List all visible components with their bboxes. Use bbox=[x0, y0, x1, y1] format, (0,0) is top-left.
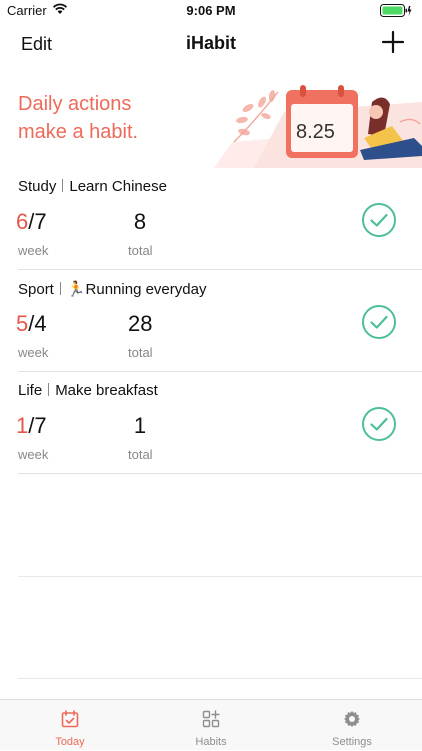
tab-label: Habits bbox=[195, 736, 227, 748]
week-done-count: 1 bbox=[16, 413, 29, 438]
banner-slogan: Daily actions make a habit. bbox=[18, 90, 138, 146]
habit-name: Learn Chinese bbox=[69, 178, 167, 195]
habit-name: Make breakfast bbox=[55, 382, 158, 399]
check-circle-icon[interactable] bbox=[361, 304, 397, 340]
check-circle-icon[interactable] bbox=[361, 202, 397, 238]
empty-row-divider bbox=[18, 678, 422, 679]
week-done-count: 5 bbox=[16, 311, 29, 336]
habit-category: Life bbox=[18, 382, 43, 399]
habit-row[interactable]: Study Learn Chinese 6/7 week 8 total bbox=[0, 168, 422, 270]
tab-label: Settings bbox=[332, 736, 372, 748]
title-divider bbox=[48, 383, 50, 396]
week-label: week bbox=[18, 243, 49, 258]
week-done-count: 6 bbox=[16, 209, 29, 234]
total-label: total bbox=[128, 243, 153, 258]
total-count: 28 bbox=[128, 311, 153, 336]
habit-title: Sport 🏃Running everyday bbox=[18, 280, 206, 298]
habit-row[interactable]: Sport 🏃Running everyday 5/4 week 28 total bbox=[0, 270, 422, 372]
habit-title: Life Make breakfast bbox=[18, 382, 158, 399]
tab-bar: Today Habits Settings bbox=[0, 699, 422, 750]
title-divider bbox=[62, 179, 64, 192]
gear-icon bbox=[344, 711, 360, 727]
grid-icon bbox=[202, 710, 220, 728]
habit-category: Sport bbox=[18, 281, 54, 298]
habit-title: Study Learn Chinese bbox=[18, 178, 167, 195]
total-label: total bbox=[128, 447, 153, 462]
habit-category: Study bbox=[18, 178, 57, 195]
calendar-illustration: 8.25 bbox=[214, 85, 422, 168]
calendar-check-icon bbox=[61, 710, 79, 728]
tab-today[interactable]: Today bbox=[0, 700, 140, 751]
tab-label: Today bbox=[55, 736, 85, 748]
week-progress: 5/4 bbox=[16, 311, 47, 337]
battery-icon bbox=[380, 4, 412, 17]
tab-settings[interactable]: Settings bbox=[282, 700, 422, 751]
title-divider bbox=[59, 282, 61, 295]
empty-row-divider bbox=[18, 576, 422, 577]
total-label: total bbox=[128, 345, 153, 360]
banner: Daily actions make a habit. 8.25 bbox=[0, 82, 422, 168]
tab-habits[interactable]: Habits bbox=[141, 700, 281, 751]
week-progress: 6/7 bbox=[16, 209, 47, 235]
row-divider bbox=[18, 473, 422, 474]
habit-row[interactable]: Life Make breakfast 1/7 week 1 total bbox=[0, 372, 422, 474]
week-target: /7 bbox=[28, 209, 47, 234]
check-circle-icon[interactable] bbox=[361, 406, 397, 442]
week-label: week bbox=[18, 345, 49, 360]
total-count: 8 bbox=[133, 209, 147, 234]
total-count: 1 bbox=[133, 413, 147, 438]
week-target: /4 bbox=[28, 311, 47, 336]
week-progress: 1/7 bbox=[16, 413, 47, 439]
week-target: /7 bbox=[28, 413, 47, 438]
banner-line-1: Daily actions bbox=[18, 93, 132, 115]
status-bar: Carrier 9:06 PM bbox=[0, 0, 422, 22]
banner-line-2: make a habit. bbox=[18, 121, 139, 143]
week-label: week bbox=[18, 447, 49, 462]
navigation-bar: Edit iHabit bbox=[0, 22, 422, 66]
calendar-date: 8.25 bbox=[296, 121, 335, 143]
add-habit-button[interactable] bbox=[382, 31, 404, 53]
page-title: iHabit bbox=[185, 33, 236, 53]
status-time: 9:06 PM bbox=[186, 3, 236, 18]
habit-name: 🏃Running everyday bbox=[66, 281, 207, 298]
